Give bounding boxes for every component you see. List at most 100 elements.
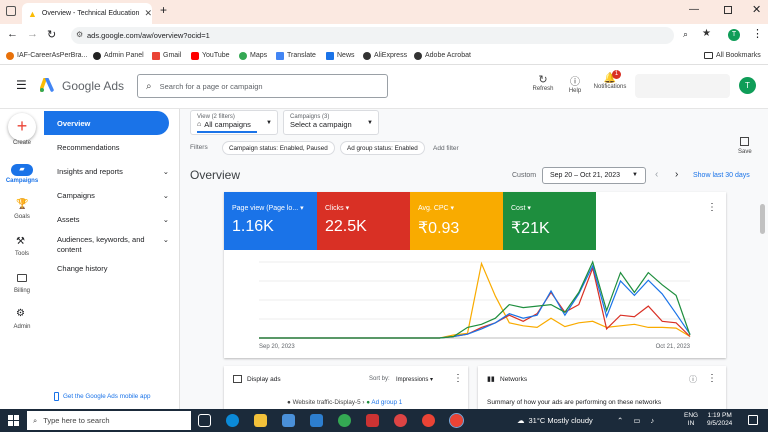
- nav-item-assets[interactable]: Assets ⌄: [57, 215, 169, 224]
- bookmark-item[interactable]: YouTube: [191, 51, 230, 60]
- filters-label: Filters: [190, 144, 208, 151]
- forward-icon[interactable]: →: [27, 28, 38, 40]
- metric-value: ₹21K: [511, 220, 550, 237]
- campaigns-rail-icon[interactable]: ▰: [11, 164, 33, 176]
- back-icon[interactable]: ←: [7, 28, 18, 40]
- metric-tile-clicks[interactable]: Clicks ▾ 22.5K: [317, 192, 410, 250]
- close-window-icon[interactable]: ✕: [752, 3, 761, 16]
- new-tab-icon[interactable]: +: [160, 3, 167, 17]
- nav-item-insights[interactable]: Insights and reports ⌄: [57, 167, 169, 176]
- nav-item-label: Change history: [57, 264, 108, 273]
- bookmark-item[interactable]: AliExpress: [363, 51, 407, 60]
- language-indicator[interactable]: ENG IN: [684, 412, 698, 428]
- campaign-selector-dropdown[interactable]: Campaigns (3) Select a campaign ▼: [283, 110, 379, 135]
- app-icon[interactable]: [366, 414, 379, 427]
- rail-label-admin[interactable]: Admin: [0, 324, 44, 330]
- all-bookmarks[interactable]: All Bookmarks: [704, 52, 761, 59]
- store-icon[interactable]: [282, 414, 295, 427]
- rail-label-campaigns[interactable]: Campaigns: [0, 178, 44, 184]
- file-explorer-icon[interactable]: [254, 414, 267, 427]
- save-button[interactable]: Save: [738, 137, 752, 155]
- tab-search-icon[interactable]: [6, 6, 16, 16]
- bookmark-item[interactable]: Admin Panel: [93, 51, 144, 60]
- close-tab-icon[interactable]: ✕: [144, 8, 152, 19]
- view-filter-icon: ⌂: [197, 121, 202, 128]
- add-filter-link[interactable]: Add filter: [433, 145, 459, 152]
- taskbar-search-placeholder: Type here to search: [43, 416, 110, 425]
- taskbar-search-box[interactable]: ⌕ Type here to search: [27, 411, 191, 430]
- restore-icon[interactable]: [724, 6, 732, 14]
- rail-label-goals[interactable]: Goals: [0, 214, 44, 220]
- chrome-icon[interactable]: [422, 414, 435, 427]
- admin-gear-icon[interactable]: ⚙: [16, 308, 25, 319]
- campaign-selector-value: Select a campaign: [290, 120, 352, 129]
- bookmark-item[interactable]: IAF-CareerAsPerBra...: [6, 51, 87, 60]
- nav-item-overview[interactable]: Overview: [57, 119, 169, 128]
- view-filter-dropdown[interactable]: View (2 filters) ⌂ All campaigns ▼: [190, 110, 278, 135]
- bookmark-item[interactable]: Maps: [239, 51, 267, 60]
- nav-item-audiences[interactable]: Audiences, keywords, and content ⌄: [57, 235, 169, 255]
- billing-icon[interactable]: [17, 274, 27, 282]
- goals-icon[interactable]: 🏆: [16, 199, 28, 210]
- filter-chip-adgroup-status[interactable]: Ad group status: Enabled: [340, 141, 425, 155]
- region-code: IN: [687, 420, 695, 427]
- profile-avatar[interactable]: T: [728, 29, 740, 41]
- nav-item-recommendations[interactable]: Recommendations: [57, 143, 169, 152]
- sort-dropdown[interactable]: Impressions ▾: [396, 376, 433, 383]
- help-button[interactable]: ⓘ Help: [564, 73, 586, 94]
- rail-label-billing[interactable]: Billing: [0, 288, 44, 294]
- nav-item-change-history[interactable]: Change history: [57, 264, 169, 273]
- bookmark-item[interactable]: Gmail: [152, 51, 181, 60]
- browser-menu-icon[interactable]: ⋮: [752, 27, 763, 40]
- chrome-icon[interactable]: [338, 414, 351, 427]
- app-icon[interactable]: [394, 414, 407, 427]
- reload-icon[interactable]: ↻: [47, 28, 56, 41]
- system-tray-icons[interactable]: ⌃ ▭ ♪: [617, 416, 658, 425]
- bookmarks-bar: IAF-CareerAsPerBra... Admin Panel Gmail …: [0, 47, 768, 65]
- rail-label-tools[interactable]: Tools: [0, 251, 44, 257]
- search-placeholder: Search for a page or campaign: [159, 81, 263, 91]
- tools-icon[interactable]: ⚒: [16, 236, 25, 247]
- zoom-icon[interactable]: ⌕: [683, 29, 688, 40]
- main-content: View (2 filters) ⌂ All campaigns ▼ Campai…: [180, 109, 768, 409]
- create-button[interactable]: +: [8, 113, 36, 141]
- date-range-picker[interactable]: Sep 20 – Oct 21, 2023 ▼: [542, 167, 646, 184]
- mobile-app-link[interactable]: Get the Google Ads mobile app: [54, 392, 151, 401]
- metric-tile-cost[interactable]: Cost ▾ ₹21K: [503, 192, 596, 250]
- notifications-button[interactable]: 🔔 Notifications 1: [590, 70, 630, 90]
- bookmark-item[interactable]: News: [326, 51, 355, 60]
- page-scrollbar[interactable]: [760, 204, 765, 234]
- site-info-icon[interactable]: ⚙: [76, 30, 83, 39]
- task-view-icon[interactable]: [198, 414, 211, 427]
- bookmark-item[interactable]: Adobe Acrobat: [414, 51, 471, 60]
- show-last-30-link[interactable]: Show last 30 days: [693, 172, 750, 179]
- chrome-icon[interactable]: [449, 413, 464, 428]
- metric-tile-page-view[interactable]: Page view (Page lo... ▾ 1.16K: [224, 192, 317, 250]
- notification-center-icon[interactable]: [748, 415, 758, 425]
- phone-icon: [54, 392, 59, 401]
- prev-period-icon[interactable]: ‹: [655, 169, 658, 180]
- refresh-button[interactable]: ↻ Refresh: [531, 73, 555, 92]
- weather-widget[interactable]: ☁ 31°C Mostly cloudy: [517, 416, 593, 425]
- card-menu-icon[interactable]: ⋮: [707, 202, 717, 213]
- account-avatar[interactable]: T: [739, 77, 756, 94]
- clock[interactable]: 1:19 PM 9/5/2024: [707, 412, 732, 428]
- browser-tab-active[interactable]: ▲ Overview - Technical Education ✕: [22, 3, 152, 24]
- windows-start-icon[interactable]: [8, 415, 19, 426]
- search-input[interactable]: ⌕ Search for a page or campaign: [137, 74, 388, 98]
- next-period-icon[interactable]: ›: [675, 169, 678, 180]
- mail-icon[interactable]: [310, 414, 323, 427]
- hamburger-menu-icon[interactable]: ☰: [16, 78, 27, 92]
- bookmark-item[interactable]: Translate: [276, 51, 316, 60]
- nav-item-campaigns[interactable]: Campaigns ⌄: [57, 191, 169, 200]
- card-menu-icon[interactable]: ⋮: [707, 373, 717, 384]
- edge-icon[interactable]: [226, 414, 239, 427]
- filter-chip-campaign-status[interactable]: Campaign status: Enabled, Paused: [222, 141, 335, 155]
- minimize-icon[interactable]: —: [689, 4, 699, 15]
- bookmark-star-icon[interactable]: ★: [702, 28, 711, 39]
- metric-tile-avg-cpc[interactable]: Avg. CPC ▾ ₹0.93: [410, 192, 503, 250]
- ads-header: ☰ Google Ads ⌕ Search for a page or camp…: [0, 65, 768, 109]
- address-bar[interactable]: ⚙ ads.google.com/aw/overview?ocid=1 ⌕ ★: [71, 27, 711, 44]
- help-icon[interactable]: ⓘ: [689, 374, 697, 385]
- card-menu-icon[interactable]: ⋮: [453, 373, 463, 384]
